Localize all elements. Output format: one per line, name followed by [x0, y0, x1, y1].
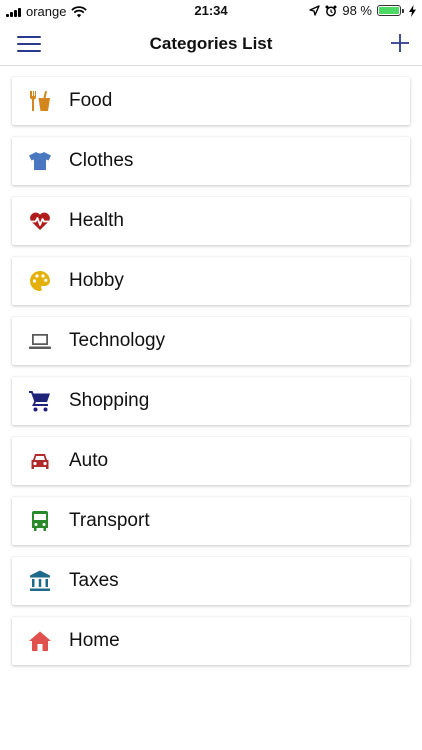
- charging-icon: [409, 4, 416, 17]
- alarm-icon: [325, 5, 337, 16]
- bus-icon: [28, 509, 52, 533]
- add-category-button[interactable]: [388, 31, 412, 55]
- categories-list: Food Clothes Health Hobby Technology Sho…: [12, 77, 410, 677]
- battery-percent: 98 %: [342, 3, 372, 18]
- status-right: 98 %: [309, 3, 416, 18]
- car-icon: [28, 449, 52, 473]
- laptop-icon: [28, 329, 52, 353]
- palette-icon: [28, 269, 52, 293]
- battery-icon: [377, 5, 404, 16]
- category-label: Taxes: [69, 570, 119, 591]
- bank-icon: [28, 569, 52, 593]
- category-label: Transport: [69, 510, 150, 531]
- category-item-technology[interactable]: Technology: [12, 317, 410, 365]
- category-label: Home: [69, 630, 120, 651]
- category-label: Technology: [69, 330, 166, 351]
- category-item-clothes[interactable]: Clothes: [12, 137, 410, 185]
- food-icon: [28, 89, 52, 113]
- category-item-home[interactable]: Home: [12, 617, 410, 665]
- category-item-auto[interactable]: Auto: [12, 437, 410, 485]
- category-label: Hobby: [69, 270, 124, 291]
- category-label: Food: [69, 90, 113, 111]
- category-item-taxes[interactable]: Taxes: [12, 557, 410, 605]
- category-label: Auto: [69, 450, 109, 471]
- category-item-food[interactable]: Food: [12, 77, 410, 125]
- category-item-hobby[interactable]: Hobby: [12, 257, 410, 305]
- status-bar: orange 21:34 98 %: [0, 0, 422, 22]
- category-item-transport[interactable]: Transport: [12, 497, 410, 545]
- cart-icon: [28, 389, 52, 413]
- category-label: Clothes: [69, 150, 134, 171]
- page-title: Categories List: [149, 34, 273, 53]
- category-label: Health: [69, 210, 124, 231]
- category-label: Shopping: [69, 390, 150, 411]
- navigation-bar: Categories List: [0, 22, 422, 66]
- shirt-icon: [28, 149, 52, 173]
- category-item-health[interactable]: Health: [12, 197, 410, 245]
- location-icon: [309, 5, 321, 16]
- home-icon: [28, 629, 52, 653]
- category-item-shopping[interactable]: Shopping: [12, 377, 410, 425]
- plus-icon: [391, 34, 409, 52]
- heart-pulse-icon: [28, 209, 52, 233]
